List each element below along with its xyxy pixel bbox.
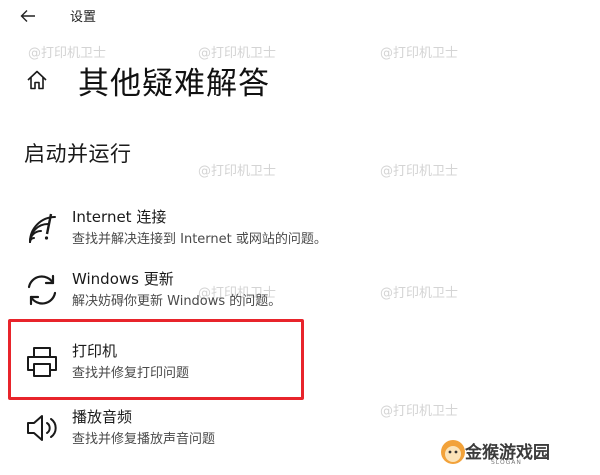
item-title: Windows 更新 bbox=[72, 270, 174, 288]
item-title: Internet 连接 bbox=[72, 208, 167, 226]
item-description: 查找并解决连接到 Internet 或网站的问题。 bbox=[72, 232, 327, 247]
back-arrow-icon bbox=[20, 10, 35, 22]
site-logo: 金猴游戏园 SLOGAN bbox=[441, 432, 595, 472]
watermark: @打印机卫士 bbox=[380, 46, 459, 61]
home-icon[interactable] bbox=[24, 67, 50, 93]
watermark: @打印机卫士 bbox=[380, 164, 459, 179]
item-title: 播放音频 bbox=[72, 408, 133, 426]
item-description: 解决妨碍你更新 Windows 的问题。 bbox=[72, 294, 282, 309]
item-description: 查找并修复播放声音问题 bbox=[72, 432, 216, 447]
speaker-icon bbox=[24, 410, 60, 446]
back-button[interactable] bbox=[14, 4, 42, 28]
troubleshooter-internet[interactable]: Internet 连接 查找并解决连接到 Internet 或网站的问题。 bbox=[20, 204, 580, 256]
window-title: 设置 bbox=[70, 10, 97, 25]
troubleshooter-windows-update[interactable]: Windows 更新 解决妨碍你更新 Windows 的问题。 bbox=[20, 266, 580, 318]
monkey-logo-icon bbox=[441, 440, 465, 464]
section-title: 启动并运行 bbox=[24, 142, 132, 166]
wifi-icon bbox=[24, 210, 60, 246]
refresh-icon bbox=[24, 272, 60, 308]
logo-slogan: SLOGAN bbox=[491, 459, 522, 466]
page-title: 其他疑难解答 bbox=[78, 66, 270, 102]
highlight-box bbox=[8, 319, 304, 400]
watermark: @打印机卫士 bbox=[198, 164, 277, 179]
